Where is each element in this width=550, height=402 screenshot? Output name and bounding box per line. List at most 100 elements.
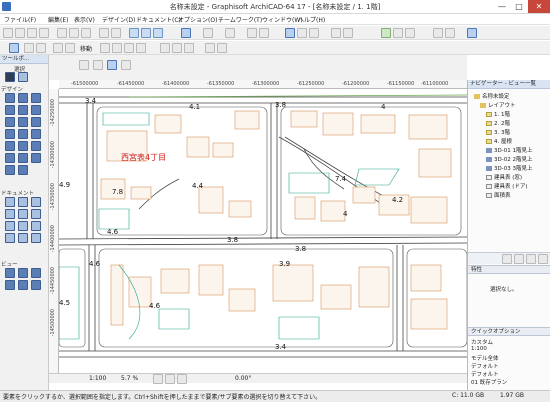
quick-option-row[interactable]: 01 既存プラン	[471, 378, 507, 386]
zoom-out-icon[interactable]	[165, 374, 175, 384]
move-label[interactable]: 移動	[80, 44, 92, 53]
door-tool-icon[interactable]	[5, 129, 15, 139]
menu-window[interactable]: ウィンドウ(W)	[262, 15, 303, 24]
lamp-tool-icon[interactable]	[31, 141, 41, 151]
tree-item-door-schedule[interactable]: 建具表 (ドア)	[486, 182, 528, 190]
properties-header[interactable]: 特性	[468, 265, 550, 274]
gravity-icon[interactable]	[65, 43, 75, 53]
marquee-icon[interactable]	[9, 43, 19, 53]
tree-item-floor-1[interactable]: 1. 1階	[486, 110, 510, 118]
new-file-icon[interactable]	[3, 28, 13, 38]
tree-item-floor-2[interactable]: 2. 2階	[486, 119, 510, 127]
slab-tool-icon[interactable]	[5, 105, 15, 115]
level-dimension-tool-icon[interactable]	[18, 197, 28, 207]
section-tool-icon[interactable]	[5, 233, 15, 243]
magic-wand-icon[interactable]	[203, 28, 213, 38]
geometry-method-icon[interactable]	[79, 60, 89, 70]
menu-help[interactable]: ヘルプ(H)	[298, 15, 325, 24]
object-tool-icon[interactable]	[18, 141, 28, 151]
find-select-icon[interactable]	[331, 28, 341, 38]
quick-option-row[interactable]: デフォルト	[471, 362, 499, 370]
polyline-tool-icon[interactable]	[18, 221, 28, 231]
curtain-wall-tool-icon[interactable]	[31, 117, 41, 127]
ungroup-icon[interactable]	[172, 43, 182, 53]
tree-item-window-schedule[interactable]: 建具表 (窓)	[486, 173, 522, 181]
menu-teamwork[interactable]: チームワーク(T)	[218, 15, 262, 24]
teamwork-icon[interactable]	[381, 28, 391, 38]
grid-tool-icon[interactable]	[31, 280, 41, 290]
open-file-icon[interactable]	[15, 28, 25, 38]
roof-tool-icon[interactable]	[31, 105, 41, 115]
change-tool-icon[interactable]	[18, 268, 28, 278]
cursor-snap-icon[interactable]	[53, 43, 63, 53]
print-icon[interactable]	[39, 28, 49, 38]
tree-item-3d-02[interactable]: 3D-02 2階見上	[486, 155, 532, 163]
quick-options-header[interactable]: クイックオプション	[468, 327, 550, 336]
zoom-in-icon[interactable]	[153, 374, 163, 384]
more-design-icon[interactable]	[18, 165, 28, 175]
elevation-tool-icon[interactable]	[18, 233, 28, 243]
wall-tool-icon[interactable]	[5, 93, 15, 103]
section-icon[interactable]	[153, 28, 163, 38]
arrow-tool-icon[interactable]	[5, 72, 15, 82]
paste-icon[interactable]	[81, 28, 91, 38]
maximize-button[interactable]: □	[511, 0, 527, 13]
menu-edit[interactable]: 編集(E)	[48, 15, 68, 24]
interior-elevation-icon[interactable]	[18, 280, 28, 290]
zoom-in-icon[interactable]	[433, 28, 443, 38]
rotate-icon[interactable]	[112, 43, 122, 53]
menu-view[interactable]: 表示(V)	[74, 15, 95, 24]
marquee-tool-icon[interactable]	[18, 72, 28, 82]
angle-readout[interactable]: 0.00°	[235, 375, 251, 382]
quick-option-row[interactable]: 1:100	[471, 346, 487, 352]
trace-icon[interactable]	[225, 28, 235, 38]
morph-tool-icon[interactable]	[31, 153, 41, 163]
quick-option-row[interactable]: デフォルト	[471, 370, 499, 378]
camera-tool-icon[interactable]	[31, 268, 41, 278]
rectangle-method-icon[interactable]	[93, 60, 103, 70]
save-icon[interactable]	[27, 28, 37, 38]
skylight-tool-icon[interactable]	[18, 117, 28, 127]
grid-snap-icon[interactable]	[259, 28, 269, 38]
label-tool-icon[interactable]	[5, 209, 15, 219]
pointer-icon[interactable]	[121, 60, 131, 70]
drag-icon[interactable]	[100, 43, 110, 53]
floor-plan-canvas[interactable]: 3.4 4.1 3.8 4 4.9 7.8 4.4 4.6 3.8 7.4 4 …	[59, 89, 467, 373]
pen-set-icon[interactable]	[297, 28, 307, 38]
tree-item-layout[interactable]: レイアウト	[480, 101, 516, 109]
beam-tool-icon[interactable]	[31, 93, 41, 103]
arc-tool-icon[interactable]	[5, 221, 15, 231]
undo-icon[interactable]	[99, 28, 109, 38]
text-tool-icon[interactable]	[31, 197, 41, 207]
copy-icon[interactable]	[69, 28, 79, 38]
view-settings-icon[interactable]	[538, 254, 548, 264]
zone-tool-icon[interactable]	[5, 153, 15, 163]
tree-item-floor-3[interactable]: 3. 3階	[486, 128, 510, 136]
stair-tool-icon[interactable]	[18, 105, 28, 115]
menu-document[interactable]: ドキュメント(C)	[136, 15, 181, 24]
minimize-button[interactable]: —	[494, 0, 510, 13]
fill-tool-icon[interactable]	[18, 209, 28, 219]
mirror-icon[interactable]	[124, 43, 134, 53]
tree-item-3d-01[interactable]: 3D-01 1階見上	[486, 146, 532, 154]
clone-folder-icon[interactable]	[514, 254, 524, 264]
delete-view-icon[interactable]	[526, 254, 536, 264]
mesh-tool-icon[interactable]	[18, 153, 28, 163]
zoom-readout[interactable]: 5.7 %	[121, 375, 138, 382]
rotated-rect-icon[interactable]	[107, 60, 117, 70]
line-tool-icon[interactable]	[31, 209, 41, 219]
snap-guides-icon[interactable]	[36, 43, 46, 53]
menu-options[interactable]: オプション(O)	[178, 15, 217, 24]
arrow-tool-icon[interactable]	[181, 28, 191, 38]
group-icon[interactable]	[160, 43, 170, 53]
tree-item-roof[interactable]: 4. 屋根	[486, 137, 512, 145]
toolbox-title[interactable]: ツールボ...	[0, 55, 48, 64]
elevate-icon[interactable]	[136, 43, 146, 53]
column-tool-icon[interactable]	[18, 93, 28, 103]
scale-readout[interactable]: 1:100	[89, 375, 106, 382]
floor-plan-icon[interactable]	[129, 28, 139, 38]
tree-item-project[interactable]: 名称未設定	[474, 92, 510, 100]
shell-tool-icon[interactable]	[5, 117, 15, 127]
cut-icon[interactable]	[57, 28, 67, 38]
send-backward-icon[interactable]	[217, 43, 227, 53]
